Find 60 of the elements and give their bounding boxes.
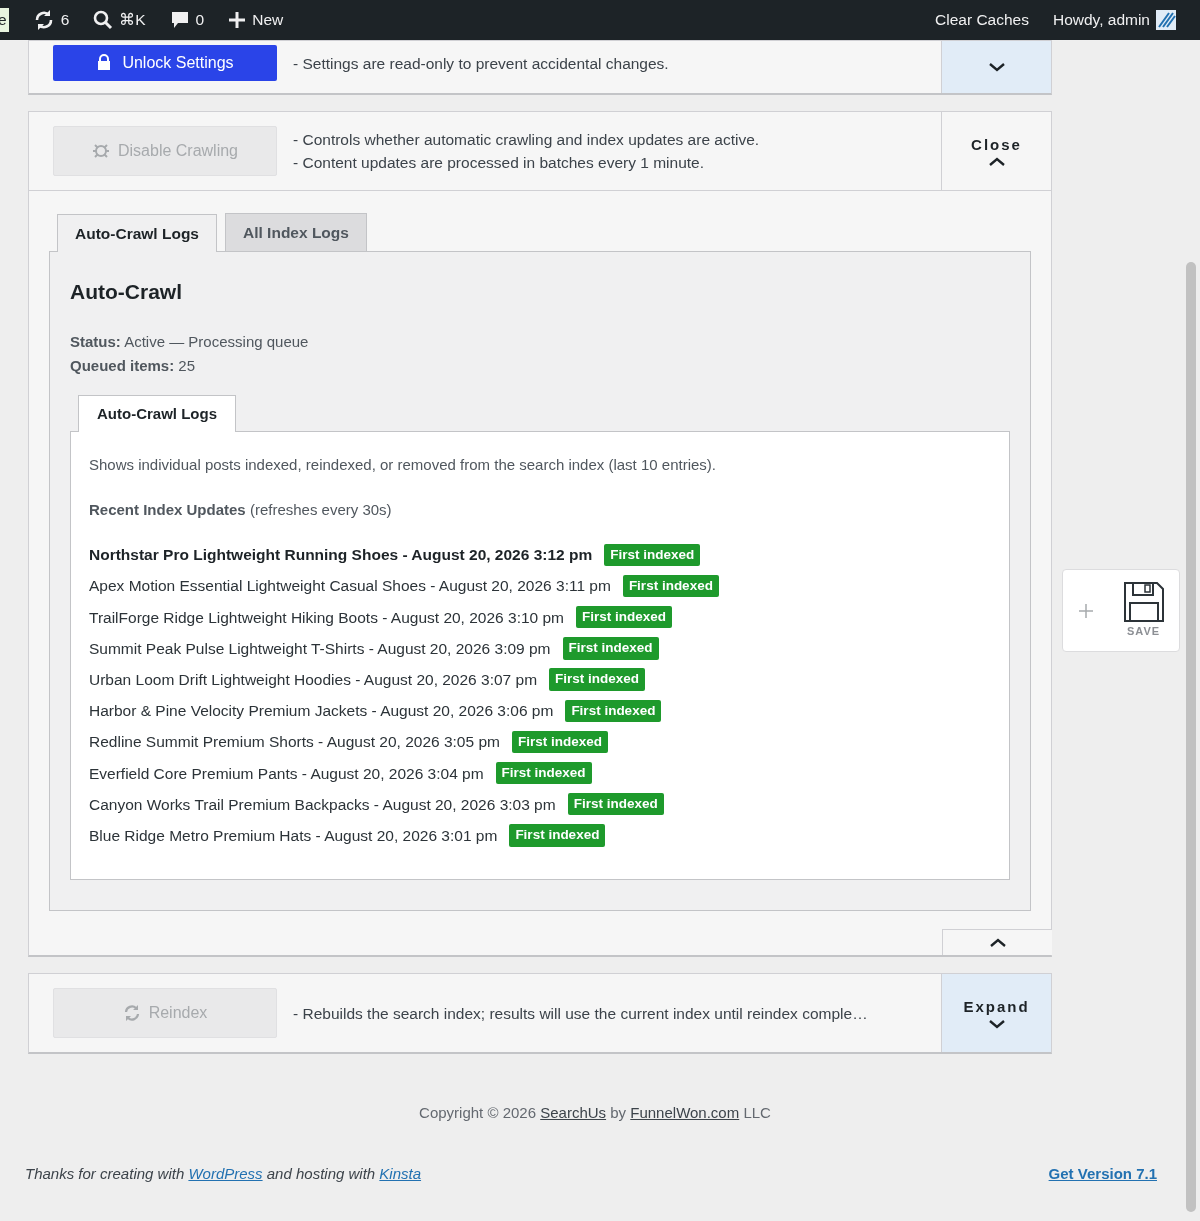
tab[interactable]: Auto-Crawl Logs xyxy=(78,394,236,433)
status-badge: First indexed xyxy=(567,793,664,816)
status-badge: First indexed xyxy=(576,606,673,629)
avatar-icon xyxy=(1156,10,1176,30)
chevron-up-icon xyxy=(987,156,1006,169)
status-badge: First indexed xyxy=(622,574,719,598)
search-icon xyxy=(93,10,114,30)
log-entry-text: Canyon Works Trail Premium Backpacks - August 20, 2026 3:03 pm xyxy=(89,794,556,815)
tab[interactable]: Auto-Crawl Logs xyxy=(57,214,217,253)
collapse-button[interactable] xyxy=(942,929,1052,956)
chevron-down-icon xyxy=(987,1018,1006,1031)
updates-link[interactable]: 6 xyxy=(32,8,70,32)
comments-link[interactable]: 0 xyxy=(169,8,205,32)
link[interactable]: WordPress xyxy=(188,1164,263,1182)
log-entry-text: Blue Ridge Metro Premium Hats - August 20, 2026 3:01 pm xyxy=(89,825,498,846)
status-badge: First indexed xyxy=(565,699,662,722)
status-badge: First indexed xyxy=(562,637,659,660)
tab[interactable]: All Index Logs xyxy=(225,213,367,252)
log-entry-text: Northstar Pro Lightweight Running Shoes - August 20, 2026 3:12 pm xyxy=(89,545,593,566)
queued-items-text: Queued items: 25 xyxy=(70,355,197,376)
log-entry-text: TrailForge Ridge Lightweight Hiking Boots - August 20, 2026 3:10 pm xyxy=(89,607,565,628)
version-link[interactable]: Get Version 7.1 xyxy=(1048,1162,1157,1186)
log-entry-text: Summit Peak Pulse Lightweight T-Shirts - August 20, 2026 3:09 pm xyxy=(89,638,551,659)
comment-icon xyxy=(169,10,190,30)
status-badge: First indexed xyxy=(604,543,701,566)
status-badge: First indexed xyxy=(509,824,606,847)
log-heading: Recent Index Updates (refreshes every 30s) xyxy=(89,499,393,520)
link[interactable]: Kinsta xyxy=(379,1164,422,1182)
scrollbar[interactable] xyxy=(1186,262,1196,1212)
log-description: Shows individual posts indexed, reindexed, or removed from the search index (last 10 entries). xyxy=(89,455,717,476)
chevron-up-icon xyxy=(988,937,1007,950)
panel-action-button[interactable]: Unlock Settings xyxy=(53,45,277,81)
panel-toggle-button[interactable] xyxy=(941,41,1051,93)
log-entry-text: Redline Summit Premium Shorts - August 20, 2026 3:05 pm xyxy=(89,732,500,753)
status-badge: First indexed xyxy=(549,668,646,691)
new-content-link[interactable]: New xyxy=(228,8,284,32)
panel-description: - Controls whether automatic crawling and index updates are active. - Content updates are processed in batches every 1 minute. xyxy=(293,130,760,173)
chevron-down-icon xyxy=(987,61,1006,73)
log-entry-text: Everfield Core Premium Pants - August 20, 2026 3:04 pm xyxy=(89,763,484,784)
copyright-text: Copyright © 2026 SearchUs by FunnelWon.com LLC xyxy=(418,1103,772,1124)
save-label: SAVE xyxy=(1126,624,1161,640)
footer-thanks-text: Thanks for creating with WordPress and hosting with Kinsta xyxy=(25,1163,422,1184)
search-link[interactable]: ⌘K xyxy=(93,8,146,32)
status-badge: First indexed xyxy=(511,730,608,754)
account-link[interactable]: Howdy, admin xyxy=(1052,8,1176,32)
link[interactable]: FunnelWon.com xyxy=(630,1104,740,1122)
panel-description: - Settings are read-only to prevent accidental changes. xyxy=(293,53,669,74)
plus-icon[interactable] xyxy=(1077,602,1094,619)
section-title: Auto-Crawl xyxy=(70,279,183,306)
log-entry-text: Urban Loom Drift Lightweight Hoodies - August 20, 2026 3:07 pm xyxy=(89,669,538,690)
status-text: Status: Active — Processing queue xyxy=(70,331,310,352)
status-badge: First indexed xyxy=(495,762,592,785)
clear-caches-link[interactable]: Clear Caches xyxy=(935,8,1029,32)
panel-description: - Rebuilds the search index; results will use the current index until reindex comple… xyxy=(293,1003,868,1024)
log-entry-text: Harbor & Pine Velocity Premium Jackets - August 20, 2026 3:06 pm xyxy=(89,701,554,722)
link[interactable]: SearchUs xyxy=(540,1104,607,1122)
bug-icon xyxy=(91,142,110,160)
plus-icon xyxy=(228,11,247,29)
log-entry-text: Apex Motion Essential Lightweight Casual Shoes - August 20, 2026 3:11 pm xyxy=(89,576,611,597)
refresh-icon xyxy=(122,1004,141,1023)
